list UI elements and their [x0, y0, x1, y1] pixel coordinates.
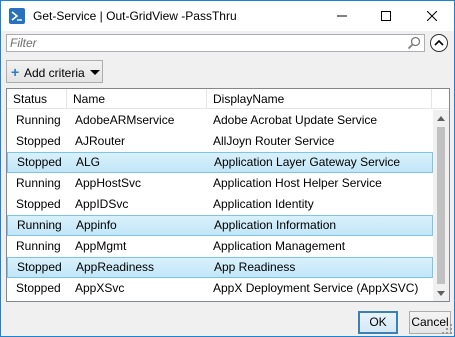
column-header-status[interactable]: Status: [7, 89, 67, 109]
scroll-up-icon: [437, 115, 445, 121]
cell-displayname: Application Identity: [213, 197, 314, 211]
cell-status: Running: [16, 239, 61, 253]
scroll-down-icon: [437, 290, 445, 296]
cell-name: AppXSvc: [75, 281, 125, 295]
ok-button[interactable]: OK: [358, 311, 398, 334]
add-criteria-label: Add criteria: [24, 66, 85, 80]
title-bar[interactable]: Get-Service | Out-GridView -PassThru: [1, 1, 454, 31]
column-header-name[interactable]: Name: [67, 89, 207, 109]
cell-status: Stopped: [16, 281, 61, 295]
search-icon[interactable]: [407, 36, 421, 50]
cell-name: AppMgmt: [75, 239, 127, 253]
table-row[interactable]: Running AppHostSvc Application Host Helper…: [7, 173, 433, 194]
cell-displayname: Application Host Helper Service: [213, 176, 382, 190]
cell-status: Stopped: [16, 134, 61, 148]
collapse-filter-button[interactable]: [430, 34, 448, 52]
add-criteria-button[interactable]: + Add criteria: [6, 60, 103, 83]
grid-view-window: Get-Service | Out-GridView -PassThru + A…: [0, 0, 455, 337]
grid-rows: Running AdobeARMservice Adobe Acrobat Upda…: [7, 110, 433, 299]
cell-name: ALG: [76, 155, 101, 169]
cell-name: AppHostSvc: [75, 176, 142, 190]
cell-name: Appinfo: [76, 218, 117, 232]
scroll-up-button[interactable]: [433, 110, 449, 126]
cell-name: AppReadiness: [76, 260, 155, 274]
cell-status: Running: [17, 218, 62, 232]
maximize-button[interactable]: [364, 1, 408, 31]
filter-input[interactable]: [10, 36, 405, 50]
cell-status: Stopped: [16, 197, 61, 211]
table-row[interactable]: Running AppMgmt Application Management: [7, 236, 433, 257]
close-button[interactable]: [410, 1, 454, 31]
column-header-displayname[interactable]: DisplayName: [207, 89, 432, 109]
cell-status: Stopped: [17, 155, 62, 169]
cell-displayname: Application Layer Gateway Service: [214, 155, 401, 169]
cell-displayname: Application Management: [213, 239, 346, 253]
chevron-up-icon: [434, 39, 444, 46]
maximize-icon: [381, 11, 391, 21]
cell-status: Stopped: [17, 260, 62, 274]
powershell-icon: [9, 8, 25, 24]
plus-icon: +: [11, 64, 20, 80]
cell-displayname: Application Information: [214, 218, 337, 232]
cell-displayname: AllJoyn Router Service: [213, 134, 335, 148]
table-row[interactable]: Running AdobeARMservice Adobe Acrobat Upda…: [7, 110, 433, 131]
table-row[interactable]: Stopped AppReadiness App Readiness: [7, 257, 433, 278]
resize-grip-icon[interactable]: [442, 324, 452, 334]
minimize-icon: [337, 15, 347, 17]
cell-displayname: App Readiness: [214, 260, 296, 274]
cell-status: Running: [16, 176, 61, 190]
scroll-down-button[interactable]: [433, 285, 449, 301]
minimize-button[interactable]: [320, 1, 364, 31]
table-row[interactable]: Stopped AppXSvc AppX Deployment Service (A…: [7, 278, 433, 299]
dropdown-arrow-icon: [90, 70, 100, 75]
table-row[interactable]: Stopped AppIDSvc Application Identity: [7, 194, 433, 215]
vertical-scrollbar[interactable]: [433, 110, 449, 301]
cell-displayname: Adobe Acrobat Update Service: [213, 113, 378, 127]
cell-displayname: AppX Deployment Service (AppXSVC): [213, 281, 419, 295]
table-row[interactable]: Stopped ALG Application Layer Gateway Serv…: [7, 152, 433, 173]
scroll-thumb[interactable]: [437, 127, 445, 284]
cell-name: AJRouter: [75, 134, 126, 148]
cell-name: AppIDSvc: [75, 197, 129, 211]
cell-status: Running: [16, 113, 61, 127]
results-grid[interactable]: Status Name DisplayName Running AdobeARMs…: [6, 88, 450, 302]
filter-box[interactable]: [6, 34, 425, 52]
table-row[interactable]: Running Appinfo Application Information: [7, 215, 433, 236]
window-title: Get-Service | Out-GridView -PassThru: [33, 9, 237, 23]
close-icon: [427, 11, 437, 21]
grid-header: Status Name DisplayName: [7, 89, 449, 109]
cell-name: AdobeARMservice: [75, 113, 175, 127]
table-row[interactable]: Stopped AJRouter AllJoyn Router Service: [7, 131, 433, 152]
